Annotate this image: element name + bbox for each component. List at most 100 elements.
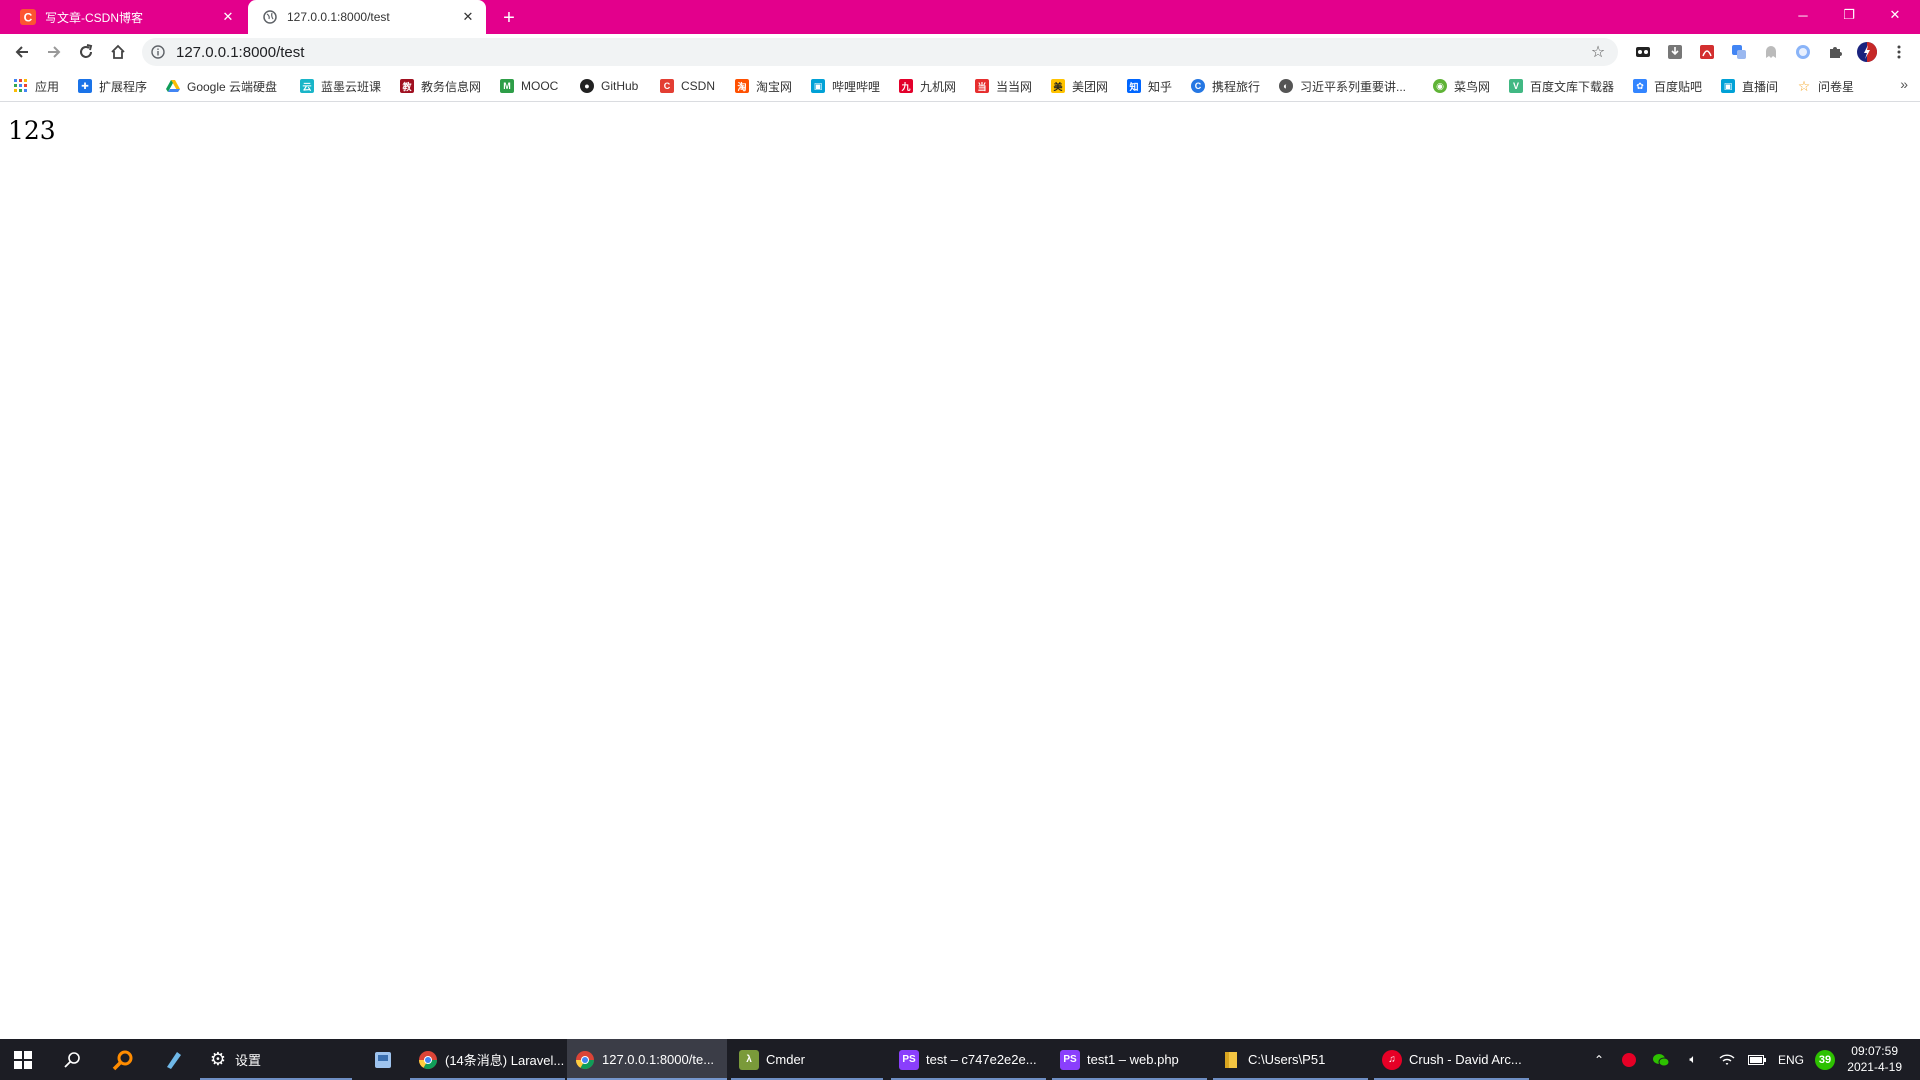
taskbar-app-phpstorm-test[interactable]: PS test – c747e2e2e...: [891, 1039, 1046, 1080]
bookmark-wenku-downloader[interactable]: V 百度文库下载器: [1509, 77, 1614, 95]
apps-grid-icon: [14, 79, 28, 93]
chrome-icon: [418, 1050, 438, 1070]
home-button[interactable]: [106, 40, 130, 64]
new-tab-button[interactable]: +: [496, 5, 522, 31]
search-button[interactable]: [50, 1039, 96, 1080]
bookmark-dangdang[interactable]: 当当当网: [975, 77, 1032, 95]
address-bar[interactable]: 127.0.0.1:8000/test ☆: [142, 38, 1618, 66]
notification-badge[interactable]: 39: [1812, 1039, 1838, 1080]
windows-logo-icon: [14, 1050, 32, 1069]
taskbar-app-phpstorm-web[interactable]: PS test1 – web.php: [1052, 1039, 1207, 1080]
language-indicator[interactable]: ENG: [1774, 1039, 1808, 1080]
clock-time: 09:07:59: [1851, 1044, 1898, 1058]
bookmark-bilibili[interactable]: ▣ 哔哩哔哩: [811, 77, 880, 95]
csdn-icon: C: [660, 79, 674, 93]
close-icon[interactable]: ✕: [458, 7, 478, 27]
chevron-up-icon[interactable]: ⌃: [1586, 1039, 1612, 1080]
battery-icon[interactable]: [1744, 1039, 1770, 1080]
phpstorm-icon: PS: [1060, 1049, 1080, 1070]
ghost-icon[interactable]: [1762, 43, 1780, 61]
url-text[interactable]: 127.0.0.1:8000/test: [176, 44, 1588, 61]
bookmark-jiuji[interactable]: 九九机网: [899, 77, 956, 95]
download-icon[interactable]: [1666, 43, 1684, 61]
chevron-double-right-icon[interactable]: »: [1900, 76, 1908, 92]
reload-icon: [80, 44, 93, 58]
netease-music-icon: ♫: [1382, 1049, 1402, 1070]
tab-test[interactable]: 127.0.0.1:8000/test ✕: [248, 0, 486, 34]
tab-csdn[interactable]: C 写文章-CSDN博客 ✕: [6, 0, 246, 34]
bookmark-ctrip[interactable]: C 携程旅行: [1191, 77, 1260, 95]
bookmark-runoob[interactable]: ◉ 菜鸟网: [1433, 77, 1490, 95]
puzzle-icon[interactable]: [1826, 43, 1844, 61]
bookmark-speeches[interactable]: ◐ 习近平系列重要讲...: [1279, 77, 1406, 95]
puzzle-icon: ✚: [78, 79, 92, 93]
star-icon: ☆: [1797, 77, 1811, 94]
bookmark-mosoteach[interactable]: 云蓝墨云班课: [300, 77, 381, 95]
bookmark-mooc[interactable]: M MOOC: [500, 77, 558, 95]
volume-icon[interactable]: 🔈︎: [1680, 1039, 1706, 1080]
netease-music-tray-icon[interactable]: [1616, 1039, 1642, 1080]
chrome-icon: [575, 1050, 595, 1070]
globe-icon: [262, 9, 278, 25]
bookmark-google-drive[interactable]: Google 云端硬盘: [166, 77, 277, 95]
taskbar-app-netease-music[interactable]: ♫ Crush - David Arc...: [1374, 1039, 1529, 1080]
bookmark-apps[interactable]: 应用: [14, 77, 59, 95]
folder-icon: [1221, 1050, 1241, 1070]
minimize-button[interactable]: ─: [1780, 0, 1826, 30]
bookmark-tieba[interactable]: ✿ 百度贴吧: [1633, 77, 1702, 95]
everything-search-icon[interactable]: [100, 1039, 146, 1080]
wechat-icon[interactable]: [1648, 1039, 1674, 1080]
bookmark-live-room[interactable]: ▣ 直播间: [1721, 77, 1778, 95]
bookmark-github[interactable]: ● GitHub: [580, 77, 638, 95]
vue-icon: V: [1509, 79, 1523, 93]
baidu-paw-icon: ✿: [1633, 79, 1647, 93]
bookmark-csdn[interactable]: C CSDN: [660, 77, 715, 95]
taskbar-app-cmder[interactable]: λ Cmder: [731, 1039, 883, 1080]
bookmark-taobao[interactable]: 淘淘宝网: [735, 77, 792, 95]
tab-title: 127.0.0.1:8000/test: [287, 10, 390, 24]
back-button[interactable]: [10, 40, 34, 64]
arrow-right-icon: [48, 46, 61, 58]
reload-button[interactable]: [74, 40, 98, 64]
translate-icon[interactable]: [1730, 43, 1748, 61]
taskbar-app-explorer[interactable]: C:\Users\P51: [1213, 1039, 1368, 1080]
start-button[interactable]: [0, 1039, 46, 1080]
menu-dots-icon[interactable]: [1890, 43, 1908, 61]
bilibili-icon: ▣: [1721, 79, 1735, 93]
taskbar-app-chrome-test[interactable]: 127.0.0.1:8000/te...: [567, 1039, 727, 1080]
wifi-icon[interactable]: [1714, 1039, 1740, 1080]
browser-toolbar: 127.0.0.1:8000/test ☆: [0, 34, 1920, 70]
bookmark-meituan[interactable]: 美美团网: [1051, 77, 1108, 95]
csdn-icon: C: [20, 9, 36, 25]
forward-button[interactable]: [42, 40, 66, 64]
close-window-button[interactable]: ✕: [1872, 0, 1918, 30]
tab-title: 写文章-CSDN博客: [45, 10, 143, 25]
extension-icon[interactable]: [1634, 43, 1652, 61]
profile-avatar[interactable]: [1856, 41, 1878, 63]
notes-app-icon[interactable]: [150, 1039, 196, 1080]
info-icon[interactable]: [150, 44, 166, 60]
search-icon: [64, 1051, 80, 1068]
meituan-icon: 美: [1051, 79, 1065, 93]
phpstorm-icon: PS: [899, 1049, 919, 1070]
system-clock[interactable]: 09:07:59 2021-4-19: [1847, 1043, 1902, 1075]
page-body-text: 123: [8, 116, 56, 145]
bookmark-extensions[interactable]: ✚ 扩展程序: [78, 77, 147, 95]
taobao-icon: 淘: [735, 79, 749, 93]
close-icon[interactable]: ✕: [218, 7, 238, 27]
bookmark-wenjuanxing[interactable]: ☆ 问卷星: [1797, 77, 1854, 95]
bookmark-zhihu[interactable]: 知知乎: [1127, 77, 1172, 95]
home-icon: [111, 44, 125, 59]
taskbar-settings[interactable]: ⚙ 设置: [200, 1039, 352, 1080]
bookmark-jiaowu[interactable]: 教教务信息网: [400, 77, 481, 95]
bookmarks-bar: 应用 ✚ 扩展程序 Google 云端硬盘 云蓝墨云班课 教教务信息网 M MOOC…: [0, 70, 1920, 102]
bookmark-star-icon[interactable]: ☆: [1588, 42, 1608, 62]
taskbar-app-chrome-laravel[interactable]: (14条消息) Laravel...: [410, 1039, 565, 1080]
runoob-icon: ◉: [1433, 79, 1447, 93]
restore-button[interactable]: ❐: [1826, 0, 1872, 30]
pdf-icon[interactable]: [1698, 43, 1716, 61]
globe-extension-icon[interactable]: [1794, 43, 1812, 61]
image-viewer-icon[interactable]: [360, 1039, 406, 1080]
tab-strip: C 写文章-CSDN博客 ✕ 127.0.0.1:8000/test ✕ + ─…: [0, 0, 1920, 34]
gear-icon: ⚙: [209, 1049, 227, 1069]
